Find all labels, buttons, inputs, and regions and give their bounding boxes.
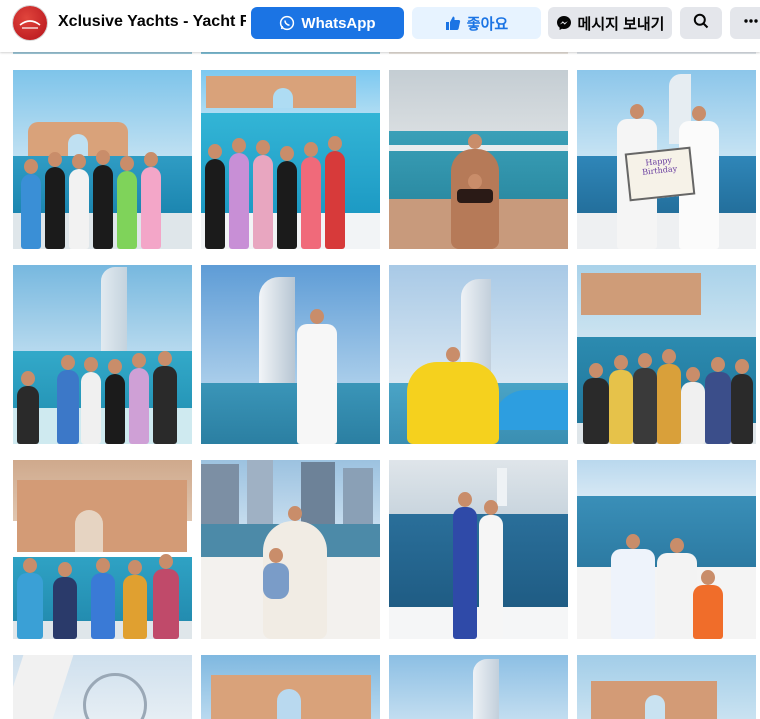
more-icon xyxy=(743,13,759,33)
page-title[interactable]: Xclusive Yachts - Yacht R... xyxy=(58,13,246,31)
photo-thumbnail[interactable] xyxy=(13,655,192,719)
whatsapp-icon xyxy=(279,15,295,31)
photo-thumbnail[interactable] xyxy=(201,460,380,639)
photo-thumbnail[interactable] xyxy=(201,655,380,719)
more-button[interactable] xyxy=(730,7,760,39)
photo-thumbnail[interactable] xyxy=(577,460,756,639)
photo-thumbnail[interactable] xyxy=(201,70,380,249)
page-header: Xclusive Yachts - Yacht R... WhatsApp 좋아… xyxy=(0,0,760,52)
whatsapp-button[interactable]: WhatsApp xyxy=(251,7,404,39)
xclusive-yachts-logo[interactable] xyxy=(13,6,47,40)
photo-thumbnail[interactable] xyxy=(201,265,380,444)
messenger-icon xyxy=(556,15,572,31)
birthday-sign-text: Happy Birthday xyxy=(641,155,678,177)
like-button[interactable]: 좋아요 xyxy=(412,7,541,39)
send-message-button[interactable]: 메시지 보내기 xyxy=(548,7,672,39)
photo-thumbnail[interactable] xyxy=(577,265,756,444)
photo-thumbnail[interactable] xyxy=(13,265,192,444)
photo-thumbnail[interactable] xyxy=(389,70,568,249)
photo-thumbnail[interactable] xyxy=(577,655,756,719)
thumbs-up-icon xyxy=(445,15,461,31)
photo-thumbnail[interactable] xyxy=(389,265,568,444)
search-icon xyxy=(693,13,709,33)
photo-thumbnail[interactable]: Happy Birthday xyxy=(577,70,756,249)
message-label: 메시지 보내기 xyxy=(577,15,665,33)
photo-thumbnail[interactable] xyxy=(389,460,568,639)
photo-thumbnail[interactable] xyxy=(13,460,192,639)
photo-thumbnail[interactable] xyxy=(389,655,568,719)
search-button[interactable] xyxy=(680,7,722,39)
like-label: 좋아요 xyxy=(466,15,509,33)
photo-thumbnail[interactable] xyxy=(13,70,192,249)
whatsapp-label: WhatsApp xyxy=(301,14,376,32)
